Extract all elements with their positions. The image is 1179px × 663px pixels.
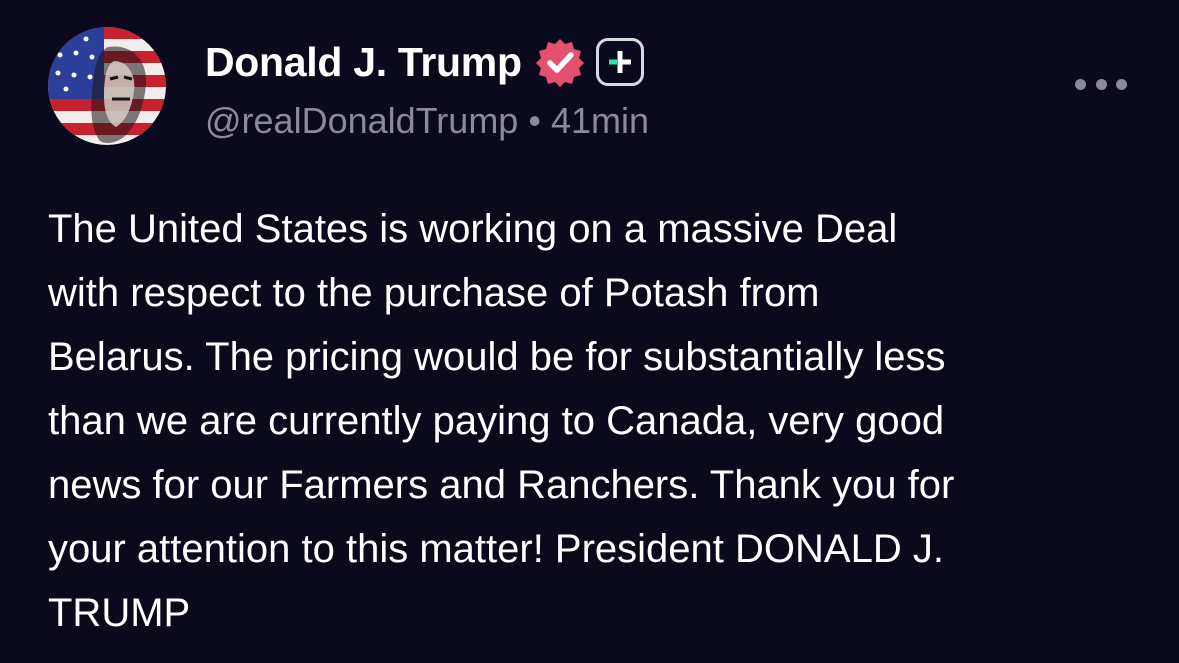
avatar[interactable] xyxy=(48,27,166,145)
post-body-line: TRUMP xyxy=(48,591,191,635)
author-name-row: Donald J. Trump xyxy=(205,36,644,88)
author-handle[interactable]: @realDonaldTrump xyxy=(205,100,518,141)
post-body-line: news for our Farmers and Ranchers. Thank… xyxy=(48,463,955,507)
post-body-text: The United States is working on a massiv… xyxy=(48,197,1148,645)
author-display-name[interactable]: Donald J. Trump xyxy=(205,39,522,86)
more-horizontal-icon xyxy=(1095,78,1107,90)
post-timestamp[interactable]: 41min xyxy=(551,100,649,141)
post-body-line: with respect to the purchase of Potash f… xyxy=(48,271,820,315)
post-card: Donald J. Trump @realDonaldTrump • 41min T… xyxy=(0,0,1179,663)
post-body-line: Belarus. The pricing would be for substa… xyxy=(48,335,946,379)
verified-check-badge-icon xyxy=(534,36,586,88)
more-options-button[interactable] xyxy=(1075,70,1127,98)
author-handle-row: @realDonaldTrump • 41min xyxy=(205,100,649,142)
post-body-line: The United States is working on a massiv… xyxy=(48,207,898,251)
post-body-line: your attention to this matter! President… xyxy=(48,527,944,571)
separator-dot: • xyxy=(528,100,541,141)
plus-badge-icon[interactable] xyxy=(595,38,644,86)
more-horizontal-icon xyxy=(1075,78,1086,90)
avatar-flag-portrait-icon xyxy=(48,27,166,145)
post-body-line: than we are currently paying to Canada, … xyxy=(48,399,945,443)
more-horizontal-icon xyxy=(1116,78,1127,90)
